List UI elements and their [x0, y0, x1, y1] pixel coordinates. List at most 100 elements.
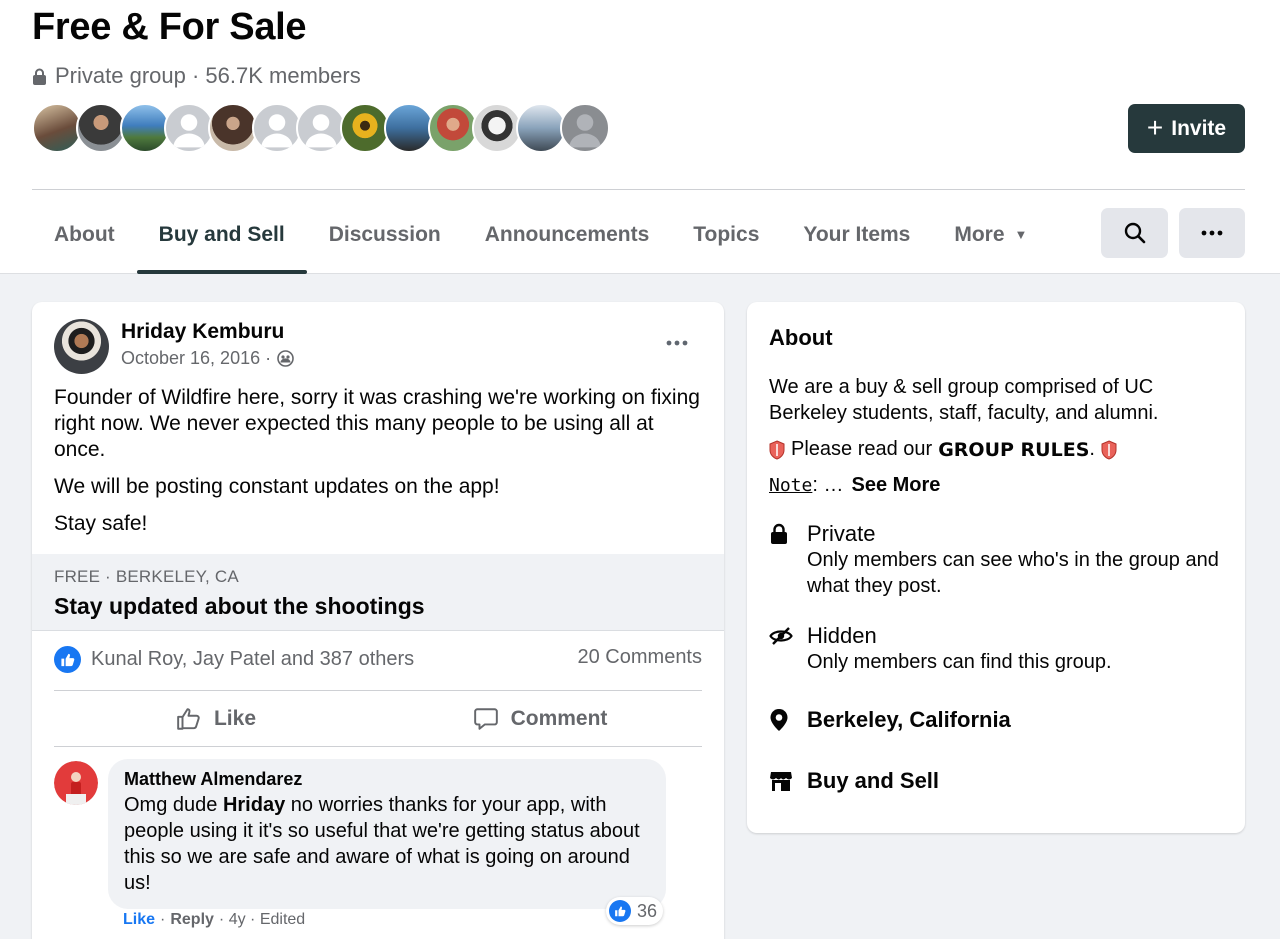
comment-text: Omg dude Hriday no worries thanks for yo…: [124, 792, 650, 896]
visibility-item: Hidden Only members can find this group.: [769, 623, 1227, 675]
plus-icon: +: [1146, 111, 1164, 143]
member-avatar[interactable]: [296, 103, 346, 153]
ellipsis-icon: [1201, 230, 1223, 236]
comment-button[interactable]: Comment: [378, 692, 702, 746]
invite-button[interactable]: + Invite: [1128, 104, 1245, 153]
member-avatar[interactable]: [76, 103, 126, 153]
ellipsis-icon: [666, 340, 688, 346]
author-avatar[interactable]: [54, 319, 109, 374]
tab-label: Discussion: [328, 222, 441, 246]
privacy-description: Only members can see who's in the group …: [807, 549, 1219, 597]
thumbs-up-icon: [177, 708, 200, 730]
lock-icon: [33, 68, 46, 85]
group-rules-link[interactable]: GROUP RULES: [938, 439, 1089, 461]
commenter-avatar[interactable]: [54, 761, 98, 805]
post-body: Founder of Wildfire here, sorry it was c…: [54, 385, 704, 548]
tab-topics[interactable]: Topics: [671, 195, 781, 274]
group-type-label: Buy and Sell: [807, 768, 940, 793]
post-paragraph: We will be posting constant updates on t…: [54, 475, 500, 498]
post-options-button[interactable]: [659, 328, 695, 358]
rules-suffix: .: [1089, 438, 1095, 460]
about-rules: Please read our GROUP RULES.: [769, 438, 1117, 461]
group-tabs: About Buy and Sell Discussion Announceme…: [32, 195, 1049, 274]
search-button[interactable]: [1101, 208, 1168, 258]
member-avatar[interactable]: [164, 103, 214, 153]
shield-icon: [769, 439, 785, 460]
member-avatar[interactable]: [384, 103, 434, 153]
group-type-item[interactable]: Buy and Sell: [769, 768, 939, 794]
tab-label: About: [54, 222, 115, 246]
listing-preview[interactable]: FREE · BERKELEY, CA Stay updated about t…: [32, 554, 724, 631]
visibility-title: Hidden: [807, 623, 877, 648]
tab-discussion[interactable]: Discussion: [307, 195, 463, 274]
member-avatar[interactable]: [120, 103, 170, 153]
like-reaction-icon: [609, 900, 631, 922]
privacy-title: Private: [807, 521, 876, 546]
divider: [54, 746, 702, 747]
comment-label: Comment: [510, 707, 608, 730]
reactions-names[interactable]: Kunal Roy, Jay Patel and 387 others: [91, 648, 414, 671]
about-title: About: [769, 325, 833, 350]
comment-bubble: Matthew Almendarez Omg dude Hriday no wo…: [108, 759, 666, 909]
location-label: Berkeley, California: [807, 707, 1011, 732]
visibility-description: Only members can find this group.: [807, 651, 1112, 673]
group-title: Free & For Sale: [32, 6, 307, 48]
tab-label: More: [954, 222, 1005, 246]
like-reaction-icon: [54, 646, 81, 673]
post-actions: Like Comment: [54, 692, 702, 746]
member-avatar[interactable]: [560, 103, 610, 153]
member-avatar[interactable]: [32, 103, 82, 153]
privacy-item: Private Only members can see who's in th…: [769, 521, 1227, 599]
like-button[interactable]: Like: [54, 692, 378, 746]
post-date-text[interactable]: October 16, 2016 ·: [121, 348, 271, 369]
comment-mention[interactable]: Hriday: [223, 794, 285, 816]
lock-icon: [769, 521, 807, 547]
note-label: Note: [769, 475, 813, 496]
reactions-summary: Kunal Roy, Jay Patel and 387 others 20 C…: [54, 646, 702, 673]
group-privacy-members: Private group · 56.7K members: [55, 63, 361, 88]
member-avatars: [32, 103, 610, 153]
member-avatar[interactable]: [208, 103, 258, 153]
shop-icon: [769, 768, 807, 794]
comments-count[interactable]: 20 Comments: [578, 646, 703, 673]
about-description: We are a buy & sell group comprised of U…: [769, 376, 1159, 424]
rules-prefix: Please read our: [791, 438, 933, 460]
comment-actions: Like · Reply · 4y · Edited: [123, 911, 305, 929]
comment-reactions[interactable]: 36: [606, 897, 664, 925]
listing-meta: FREE · BERKELEY, CA: [54, 567, 239, 586]
comment-text-part: Omg dude: [124, 794, 223, 816]
group-meta: Private group · 56.7K members: [32, 63, 361, 89]
see-more-link[interactable]: See More: [851, 474, 940, 497]
tab-your-items[interactable]: Your Items: [781, 195, 932, 274]
comment-icon: [473, 708, 498, 730]
header-divider: [32, 189, 1245, 190]
post-date: October 16, 2016 ·: [121, 348, 294, 369]
comment-author[interactable]: Matthew Almendarez: [124, 769, 650, 790]
tab-more[interactable]: More ▼: [932, 195, 1049, 274]
tab-label: Buy and Sell: [158, 222, 285, 246]
tab-buy-and-sell[interactable]: Buy and Sell: [136, 195, 307, 274]
location-item[interactable]: Berkeley, California: [769, 707, 1011, 733]
member-avatar[interactable]: [340, 103, 390, 153]
about-note: Note : … See More: [769, 474, 940, 497]
comment-like-link[interactable]: Like: [123, 911, 155, 929]
tab-about[interactable]: About: [32, 195, 137, 274]
comment-reply-link[interactable]: Reply: [170, 911, 214, 929]
member-avatar[interactable]: [516, 103, 566, 153]
comment-reaction-count: 36: [637, 900, 658, 921]
post-card: Hriday Kemburu October 16, 2016 · Founde…: [32, 302, 724, 939]
group-header: Free & For Sale Private group · 56.7K me…: [0, 0, 1280, 274]
shield-icon: [1101, 439, 1117, 460]
more-options-button[interactable]: [1179, 208, 1245, 258]
tab-label: Topics: [693, 222, 760, 246]
member-avatar[interactable]: [472, 103, 522, 153]
eye-hidden-icon: [769, 623, 807, 649]
group-audience-icon: [277, 350, 294, 367]
member-avatar[interactable]: [428, 103, 478, 153]
member-avatar[interactable]: [252, 103, 302, 153]
post-paragraph: Founder of Wildfire here, sorry it was c…: [54, 386, 700, 461]
post-author-name[interactable]: Hriday Kemburu: [121, 320, 284, 344]
listing-title: Stay updated about the shootings: [54, 593, 425, 619]
search-icon: [1124, 222, 1145, 244]
tab-announcements[interactable]: Announcements: [463, 195, 672, 274]
